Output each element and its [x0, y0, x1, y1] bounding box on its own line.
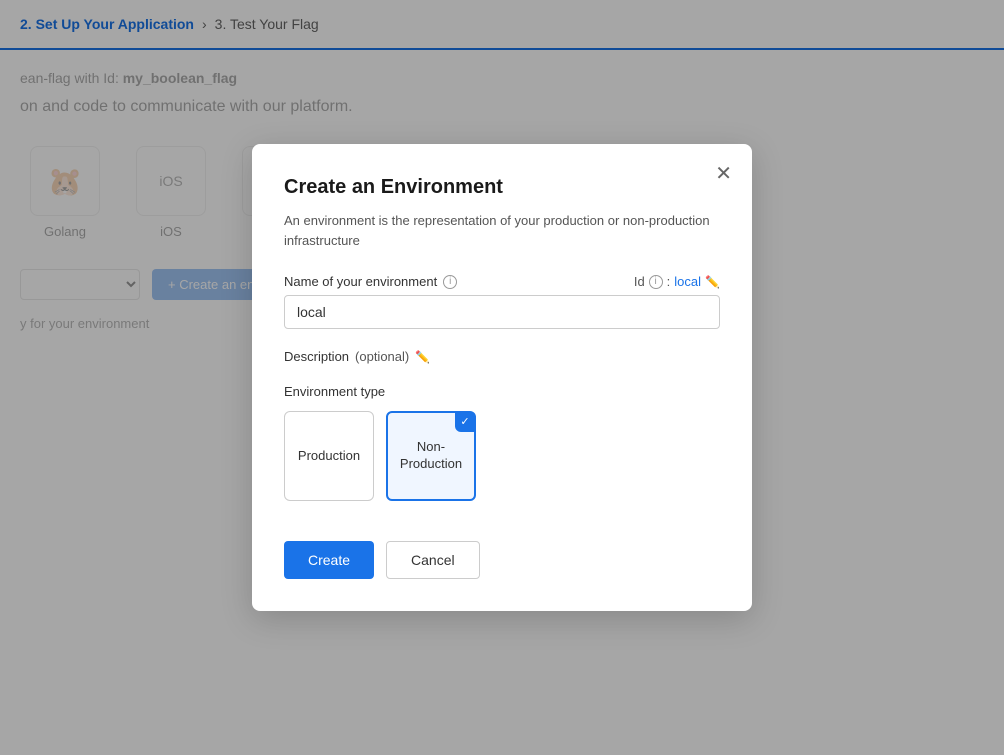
close-button[interactable]: ✕: [711, 160, 736, 188]
id-edit-icon[interactable]: ✏️: [705, 275, 720, 289]
cancel-button[interactable]: Cancel: [386, 541, 480, 579]
id-info-icon[interactable]: i: [649, 275, 663, 289]
create-environment-modal: ✕ Create an Environment An environment i…: [252, 144, 752, 611]
description-label-row: Description (optional) ✏️: [284, 349, 720, 364]
create-button[interactable]: Create: [284, 541, 374, 579]
selected-check-icon: ✓: [455, 412, 475, 432]
env-type-grid: Production ✓ Non-Production: [284, 411, 720, 501]
modal-description: An environment is the representation of …: [284, 211, 720, 250]
id-label: Id: [634, 274, 645, 289]
name-label-row: Name of your environment i Id i : local …: [284, 274, 720, 289]
modal-overlay: ✕ Create an Environment An environment i…: [0, 0, 1004, 755]
env-type-non-production[interactable]: ✓ Non-Production: [386, 411, 476, 501]
env-type-production[interactable]: Production: [284, 411, 374, 501]
name-info-icon[interactable]: i: [443, 275, 457, 289]
description-edit-icon[interactable]: ✏️: [415, 350, 430, 364]
modal-title: Create an Environment: [284, 176, 720, 199]
name-input[interactable]: [284, 295, 720, 329]
env-type-label: Environment type: [284, 384, 720, 399]
description-label: Description: [284, 349, 349, 364]
modal-footer: Create Cancel: [284, 541, 720, 579]
id-value: local: [674, 274, 701, 289]
name-label: Name of your environment: [284, 274, 437, 289]
